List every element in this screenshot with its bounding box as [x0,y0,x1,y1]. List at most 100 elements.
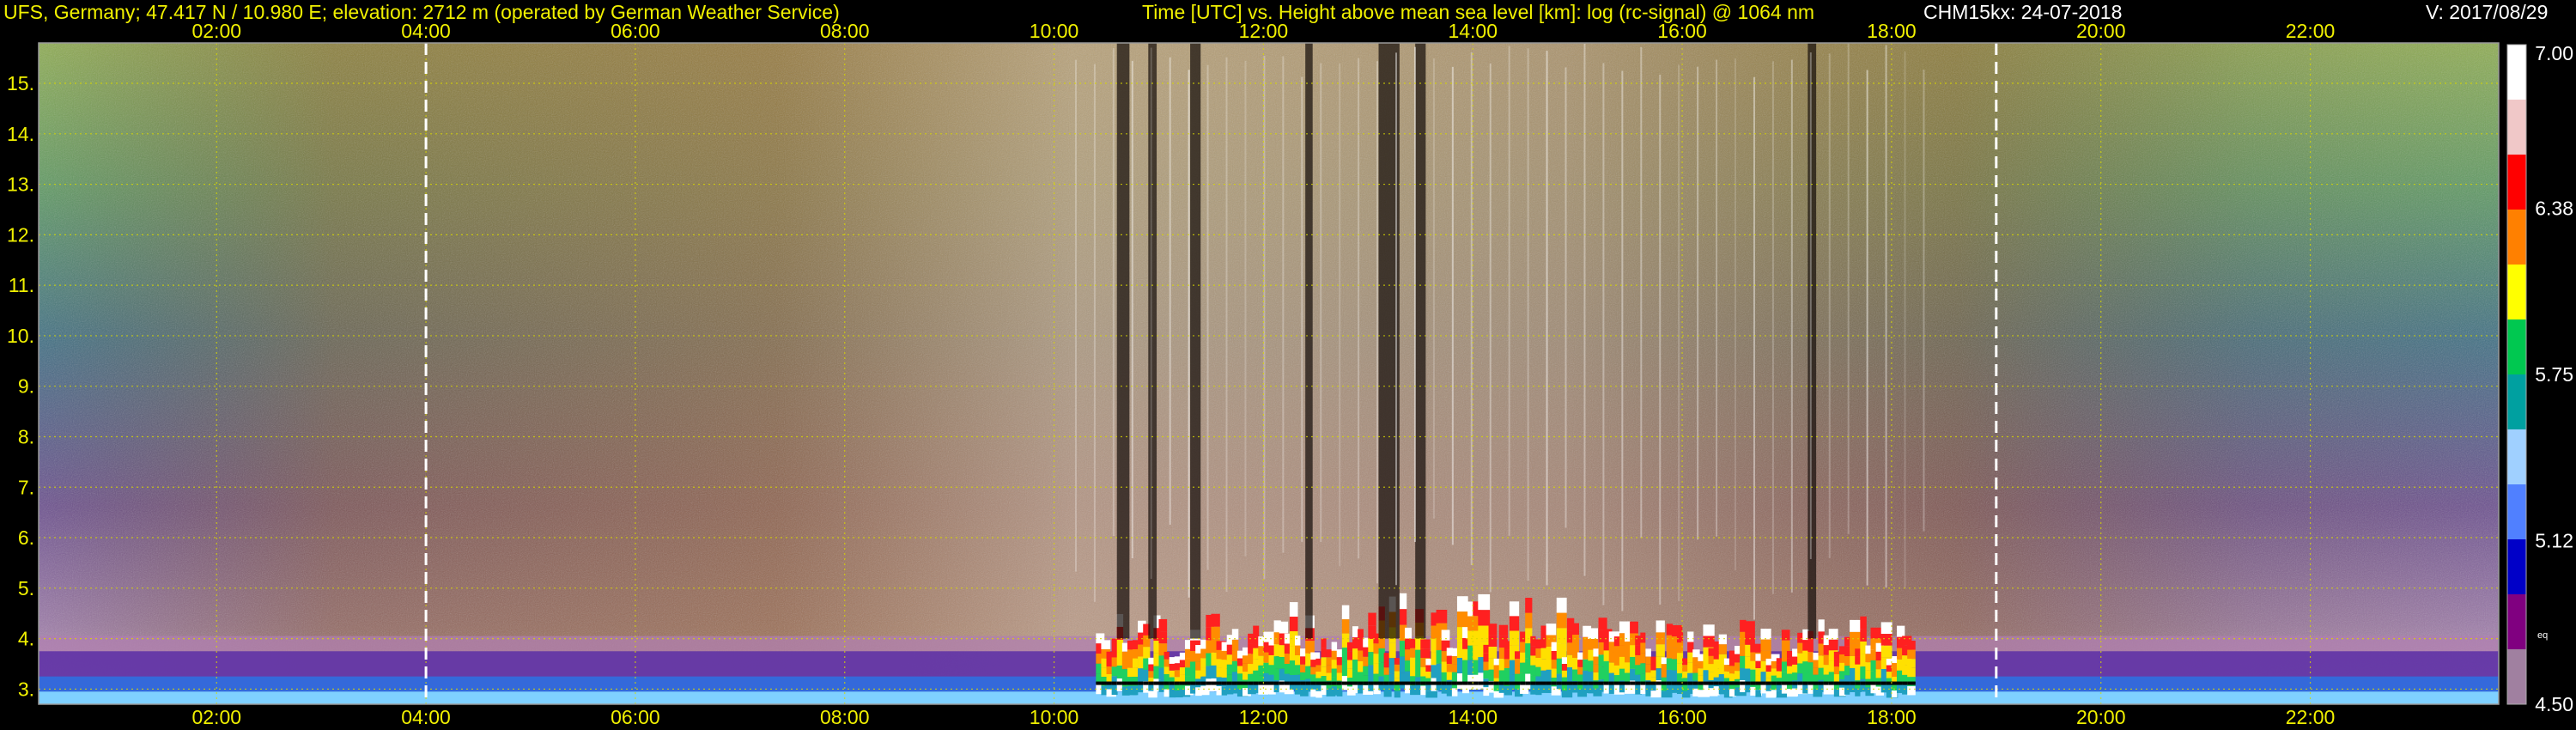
noise-streak [1771,61,1774,594]
convective-plume-segment [1713,650,1720,660]
y-tick-label: 6. [18,526,34,549]
convective-plume-segment [1850,619,1862,632]
noise-streak [1225,57,1228,593]
convective-plume-segment [1755,690,1762,697]
convective-plume-segment [1907,649,1916,660]
convective-plume-segment [1451,656,1458,665]
noise-streak [1508,46,1510,536]
convective-plume-segment [1645,664,1651,673]
colorbar-tick-label: 6.38 [2535,197,2573,219]
plume-base-line [1336,681,1343,685]
convective-plume-segment [1556,597,1567,613]
y-tick-label: 5. [18,577,34,599]
plume-base-line [1792,681,1798,685]
noise-streak [1659,74,1662,605]
convective-plume-segment [1844,656,1850,666]
plume-base-line [1133,681,1139,685]
noise-streak [1735,58,1737,571]
convective-plume-segment [1133,640,1139,649]
convective-plume-segment [1535,639,1542,649]
x-tick-label-bottom: 06:00 [611,706,660,728]
noise-streak [1376,61,1379,584]
plume-base-line [1163,681,1170,685]
plume-base-line [1358,681,1364,685]
plume-base-line [1530,681,1536,685]
colorbar-swatch [2507,484,2526,540]
x-tick-label-bottom: 14:00 [1448,706,1498,728]
plume-base-line [1321,681,1327,685]
colorbar-swatch [2507,374,2526,430]
convective-plume-segment [1294,645,1301,656]
convective-plume-segment [1656,620,1665,633]
noise-streak [1847,43,1850,534]
y-tick-label: 9. [18,375,34,398]
convective-plume-segment [1352,671,1358,683]
plume-base-line [1111,681,1118,685]
convective-plume-segment [1352,660,1358,672]
noise-streak [1188,70,1190,598]
convective-plume-segment [1755,668,1762,676]
convective-plume-segment [1703,636,1715,648]
convective-plume-segment [1713,641,1720,651]
convective-plume-segment [1718,634,1727,645]
convective-plume-segment [1713,659,1720,669]
x-tick-label-bottom: 22:00 [2286,706,2336,728]
noise-streak [1074,59,1077,572]
convective-plume-segment [1880,645,1893,658]
convective-plume-segment [1163,659,1170,667]
convective-plume-segment [1760,639,1771,651]
colorbar-swatch [2507,539,2526,595]
convective-plume-segment [1535,666,1542,677]
noise-streak [1621,70,1624,611]
convective-plume-segment [1640,642,1646,654]
convective-plume-segment [1755,654,1762,661]
convective-plume-segment [1394,671,1400,678]
convective-plume-segment [1855,672,1861,681]
y-tick-label: 10. [7,325,34,347]
convective-plume-segment [1530,665,1536,676]
signal-noise [39,43,2499,704]
convective-plume-segment [1855,656,1861,665]
noise-streak [1678,64,1680,601]
noise-streak [1150,47,1152,580]
convective-plume-segment [1368,612,1376,626]
convective-plume-segment [1436,610,1448,624]
convective-plume-segment [1336,649,1343,658]
convective-plume-segment [1530,655,1536,666]
colorbar-swatch [2507,594,2526,650]
convective-plume-segment [1451,648,1458,657]
convective-plume-segment [1331,650,1338,660]
noise-streak [1413,46,1416,543]
plume-base-line [1755,681,1762,685]
convective-plume-segment [1310,652,1321,660]
convective-plume-segment [1818,619,1825,632]
convective-plume-segment [1451,664,1458,672]
convective-plume-segment [1399,609,1407,625]
convective-plume-segment [1163,666,1170,675]
convective-plume-segment [1158,631,1168,644]
convective-plume-segment [1111,666,1118,677]
convective-plume-segment [1331,660,1338,669]
plume-base-line [1907,681,1916,685]
convective-plume-segment [1341,619,1350,634]
convective-plume-segment [1394,658,1400,665]
colorbar-tick-label: 7.00 [2535,42,2573,64]
convective-plume-segment [1640,653,1646,664]
convective-plume-segment [1745,621,1755,634]
convective-plume-segment [1211,626,1220,640]
convective-plume-segment [1111,638,1118,648]
noise-streak [1489,63,1492,593]
plume-base-line [1294,681,1301,685]
convective-plume-segment [1231,639,1239,651]
convective-plume-segment [1598,617,1607,630]
noise-streak [1282,56,1285,553]
convective-plume-segment [1221,686,1228,696]
convective-plume-segment [1640,663,1646,674]
convective-plume-segment [1483,653,1490,662]
noise-streak [1395,52,1398,586]
plume-base-line [1844,681,1850,685]
colorbar-tick-label: 5.75 [2535,363,2573,386]
convective-plume-segment [1792,664,1798,673]
x-tick-label-top: 18:00 [1867,20,1917,42]
noise-streak [1828,53,1831,558]
